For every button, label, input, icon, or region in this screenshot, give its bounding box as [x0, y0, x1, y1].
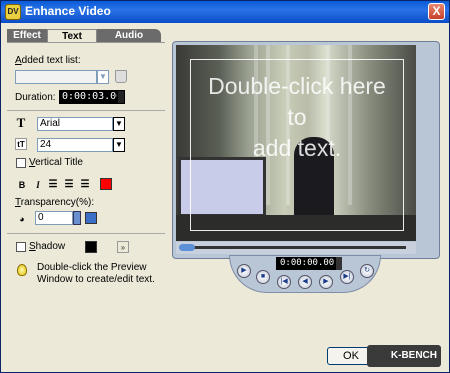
app-icon: DV: [5, 4, 21, 20]
vertical-title-label: Vertical Title: [29, 157, 83, 168]
divider: [7, 233, 165, 234]
next-frame-icon[interactable]: ▶: [319, 275, 333, 289]
text-color-swatch[interactable]: [100, 178, 112, 190]
duration-spinner[interactable]: [117, 90, 125, 104]
close-button[interactable]: X: [428, 3, 445, 20]
overlay-text[interactable]: Double-click here to add text.: [190, 71, 404, 164]
seek-thumb[interactable]: [179, 244, 195, 251]
title-bar: DV Enhance Video X: [1, 1, 449, 23]
font-dropdown-button[interactable]: ▼: [113, 117, 125, 131]
added-text-dropdown-button[interactable]: ▼: [97, 70, 109, 84]
watermark-logo: K-BENCH: [367, 345, 441, 367]
shadow-label: Shadow: [29, 241, 66, 252]
align-left-icon[interactable]: ☰: [47, 179, 59, 191]
tip-text: Double-click the Preview Window to create…: [37, 262, 155, 285]
font-family-field[interactable]: Arial: [37, 117, 113, 131]
transparency-slider-button[interactable]: [85, 212, 97, 224]
bold-button[interactable]: B: [16, 179, 28, 191]
shadow-settings-icon[interactable]: »: [117, 241, 129, 253]
seek-track: [190, 246, 406, 249]
duration-label: Duration:: [15, 92, 56, 103]
vertical-title-checkbox[interactable]: [16, 158, 26, 168]
transparency-field[interactable]: 0: [35, 211, 73, 225]
font-size-dropdown-button[interactable]: ▼: [113, 138, 125, 152]
align-center-icon[interactable]: ☰: [63, 179, 75, 191]
timecode-field[interactable]: 0:00:00.00: [276, 257, 336, 270]
added-text-list-label: Added text list:: [15, 55, 81, 66]
divider: [7, 110, 165, 111]
previous-frame-icon[interactable]: ◀: [298, 275, 312, 289]
align-right-icon[interactable]: ☰: [79, 179, 91, 191]
added-text-list-select[interactable]: [15, 70, 97, 84]
shadow-checkbox[interactable]: [16, 242, 26, 252]
preview-window[interactable]: Double-click here to add text.: [176, 45, 416, 241]
go-to-end-icon[interactable]: ▶|: [340, 270, 354, 284]
text-settings-panel: Added text list: ▼ Duration: 0:00:03.00 …: [7, 42, 165, 287]
tab-audio[interactable]: Audio: [97, 29, 161, 42]
play-icon[interactable]: ▶: [237, 264, 251, 278]
tab-text[interactable]: Text: [47, 29, 97, 42]
enhance-video-dialog: DV Enhance Video X Effect Text Audio Add…: [0, 0, 450, 373]
window-title: Enhance Video: [25, 4, 111, 18]
font-icon: T: [16, 115, 26, 130]
transparency-icon: ◕: [19, 214, 25, 224]
trash-icon[interactable]: [115, 70, 127, 83]
transparency-spinner[interactable]: [73, 211, 81, 225]
font-size-field[interactable]: 24: [37, 138, 113, 152]
seek-bar[interactable]: [176, 242, 416, 254]
font-size-icon: tT: [15, 138, 27, 150]
transparency-label: Transparency(%):: [15, 197, 95, 208]
shadow-color-swatch[interactable]: [85, 241, 97, 253]
tab-effect[interactable]: Effect: [7, 29, 47, 42]
tip-bulb-icon: [17, 264, 27, 276]
go-to-start-icon[interactable]: |◀: [277, 275, 291, 289]
italic-button[interactable]: I: [32, 179, 44, 191]
repeat-icon[interactable]: ↻: [360, 264, 374, 278]
stop-icon[interactable]: ■: [256, 270, 270, 284]
duration-field[interactable]: 0:00:03.00: [59, 90, 122, 104]
timecode-spinner[interactable]: [336, 257, 342, 270]
